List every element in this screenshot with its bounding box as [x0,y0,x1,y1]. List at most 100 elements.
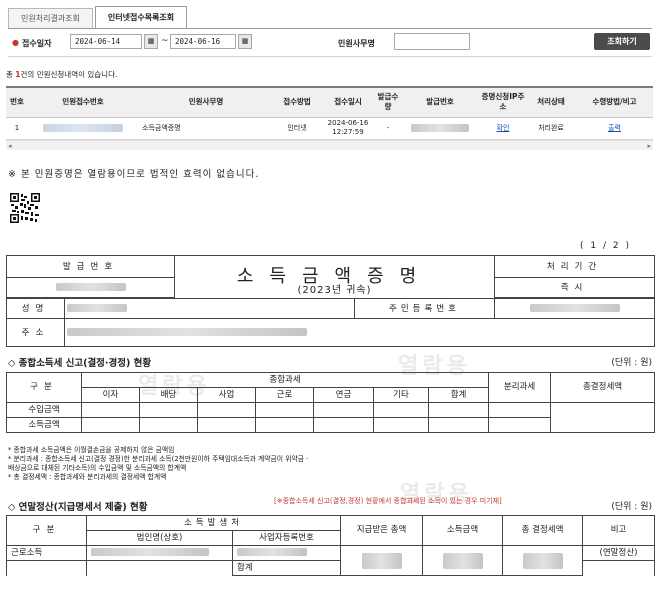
table-row[interactable]: 1 소득금액증명 인터넷 2024-06-16 12:27:59 - 확인 처리완… [6,117,653,140]
receipt-datetime: 2024-06-16 12:27:59 [320,117,376,140]
notice-text: ※ 본 민원증명은 열람용이므로 법적인 효력이 없습니다. [8,169,260,180]
date-label: 접수일자 [22,39,52,48]
search-bar: ● 접수일자 2024-06-14 ▦ ~ 2024-06-16 ▦ 민원사무명… [8,31,652,57]
total-tax-header: 총 결정세액 [502,515,584,546]
year-caption-cell: (2023년 귀속) [173,285,496,299]
col-group-label: 구분 [6,515,87,546]
separate-header: 분리과세 [488,372,552,403]
col-header: 접수일시 [320,86,376,118]
office-label: 민원사무명 [338,39,375,48]
ip-confirm-link[interactable]: 확인 [480,117,526,140]
total-tax-header: 총결정세액 [550,372,656,403]
row-note: (연말정산) [582,545,656,561]
rrn-label: 주민등록번호 [353,298,496,319]
income-header: 소득금액 [422,515,504,546]
income-value [422,545,504,576]
redacted-block [67,304,127,312]
paid-header: 지급받은 총액 [340,515,424,546]
period-label: 처리기간 [494,255,656,278]
col-header: 발급번호 [400,86,480,118]
payer-name-value [86,545,233,561]
print-link-text[interactable]: 출력 [608,124,621,132]
qr-code-icon [10,193,40,223]
redacted-block [91,548,209,557]
tab-internet-receipts[interactable]: 인터넷접수목록조회 [94,6,188,28]
certificate-title: 소득금액증명 [236,265,433,287]
horizontal-scrollbar[interactable]: ◂ ▸ [6,140,653,150]
period-value: 즉시 [494,277,656,298]
certificate-header-table: 발급번호 소득금액증명 처리기간 즉시 (2023년 귀속) 성명 주민등록번호… [6,255,656,347]
receipt-number [28,117,138,140]
col-header: 민원접수번호 [28,86,138,118]
required-marker: ● [12,38,19,47]
col-header: 번호 [6,86,28,118]
receipt-time: 12:27:59 [332,128,364,136]
col-header: 민원사무명 [138,86,274,118]
scroll-left-icon[interactable]: ◂ [8,141,12,151]
row-income: 소득금액 [6,417,82,433]
date-range-separator: ~ [161,36,169,46]
issue-qty: - [376,117,400,140]
issue-number [400,117,480,140]
payer-name-header: 법인명(상호) [86,530,233,546]
result-count: 총 1건의 민원신청내역이 있습니다. [6,69,117,80]
note-header: 비고 [582,515,656,546]
scroll-right-icon[interactable]: ▸ [647,141,651,151]
comprehensive-header: 종합과세 [80,372,490,388]
col-sum: 합계 [427,387,490,403]
receipt-date: 2024-06-16 [327,119,369,127]
office-input[interactable] [394,33,470,50]
col-dividend: 배당 [139,387,198,403]
row-number: 1 [6,117,28,140]
redacted-block [361,552,402,569]
tab-divider [8,28,652,29]
note-line: * 총 결정세액 : 종합과세와 분리과세의 결정세액 합계액 [8,473,167,481]
col-header: 처리상태 [526,86,576,118]
unit-label: (단위 : 원) [611,502,652,512]
print-link[interactable]: 출력 [576,117,653,140]
calendar-icon[interactable]: ▦ [144,34,158,49]
row-labor-income: 근로소득 [6,545,87,561]
ip-confirm-link-text[interactable]: 확인 [497,124,510,132]
sum-label: 합계 [231,560,342,576]
table-header-row: 번호 민원접수번호 민원사무명 접수방법 접수일시 발급수량 발급번호 증명신청… [6,86,653,118]
receipt-list-table: 번호 민원접수번호 민원사무명 접수방법 접수일시 발급수량 발급번호 증명신청… [6,86,653,140]
receipt-method: 인터넷 [274,117,320,140]
redacted-block [55,283,126,291]
payer-header: 소득발생처 [85,515,342,531]
note-line: 배상금으로 대체된 기타소득)의 수입금액 및 소득금액의 합계액 [8,464,187,472]
issue-no-label: 발급번호 [6,255,175,278]
row-revenue: 수입금액 [6,402,82,418]
name-value [64,298,355,319]
year-caption: (2023년 귀속) [297,284,372,296]
section-comprehensive-tax: ◇ 종합소득세 신고(결정·경정) 현황 (단위 : 원) [6,353,654,369]
date-from-input[interactable]: 2024-06-14 [70,34,142,49]
name-label: 성명 [6,298,65,319]
note-line: * 종합과세 소득금액은 이월결손금을 공제하지 않은 금액임 [8,446,175,454]
result-count-prefix: 총 [6,70,13,79]
redacted-block [43,123,123,132]
date-to-input[interactable]: 2024-06-16 [170,34,236,49]
page-indicator: ( 1 / 2 ) [580,241,631,251]
address-label: 주소 [6,318,65,347]
section-heading: ◇ 연말정산(지급명세서 제출) 현황 [8,502,148,513]
biz-no-header: 사업자등록번호 [231,530,342,546]
issue-no-value [6,277,175,298]
result-count-suffix: 건의 민원신청내역이 있습니다. [20,70,118,79]
status: 처리완료 [526,117,576,140]
col-business: 사업 [197,387,256,403]
unit-label: (단위 : 원) [611,358,652,368]
section-warning: [※종합소득세 신고(결정,경정) 현황에서 종합과세된 소득이 있는 경우 미… [274,497,502,505]
search-button[interactable]: 조회하기 [594,33,650,50]
calendar-icon[interactable]: ▦ [238,34,252,49]
col-header: 증명신청IP주소 [480,86,526,118]
paid-value [340,545,424,576]
col-header: 접수방법 [274,86,320,118]
section-year-end-settlement: ◇ 연말정산(지급명세서 제출) 현황 [※종합소득세 신고(결정,경정) 현황… [6,497,654,513]
redacted-block [442,552,483,569]
col-group-label: 구분 [6,372,82,403]
tab-complaint-results[interactable]: 민원처리결과조회 [8,8,93,28]
office-name: 소득금액증명 [138,117,274,140]
col-other: 기타 [373,387,429,403]
col-header: 발급수량 [376,86,400,118]
